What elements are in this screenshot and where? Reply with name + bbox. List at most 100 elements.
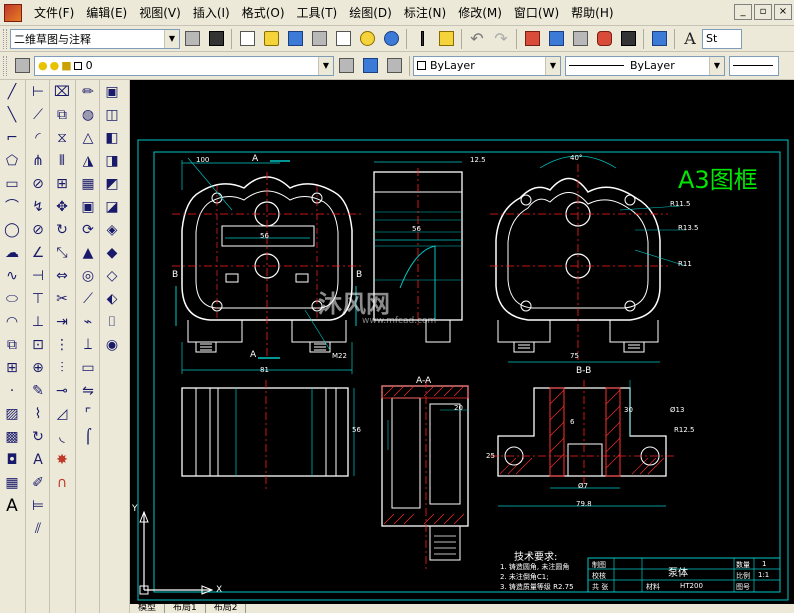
right-view-button[interactable]: ◩ (100, 172, 124, 195)
make-block-button[interactable]: ⊞ (0, 356, 24, 379)
ne-iso-button[interactable]: ◇ (100, 264, 124, 287)
menu-format[interactable]: 格式(O) (236, 2, 291, 24)
sphere-button[interactable]: ◍ (76, 103, 100, 126)
new-button[interactable] (236, 28, 258, 50)
make-current-button[interactable] (335, 55, 357, 77)
menu-draw[interactable]: 绘图(D) (343, 2, 398, 24)
text-style-select[interactable]: St (702, 28, 742, 49)
lengthen-button[interactable]: ⟋ (76, 287, 100, 310)
se-iso-button[interactable]: ◆ (100, 241, 124, 264)
grid-button[interactable]: ▦ (76, 172, 100, 195)
break-point-button[interactable]: ⋮ (50, 333, 74, 356)
spline-tool-button[interactable]: ∿ (0, 264, 24, 287)
print-button[interactable] (308, 28, 330, 50)
dim-update-button[interactable]: ↻ (26, 425, 50, 448)
workspace-settings-button[interactable] (181, 28, 203, 50)
ellipse-arc-tool-button[interactable]: ◠ (0, 310, 24, 333)
toolbar-grip[interactable] (3, 28, 7, 49)
back-view-button[interactable]: ◪ (100, 195, 124, 218)
dim-text-edit-button[interactable]: ⌇ (26, 402, 50, 425)
copy-button[interactable]: ⧉ (50, 103, 74, 126)
point-tool-button[interactable]: · (0, 379, 24, 402)
layer-select[interactable]: ● ● ■ 0 ▼ (34, 55, 334, 76)
jogged-dim-button[interactable]: ↯ (26, 195, 50, 218)
restore-button[interactable]: ▫ (754, 4, 772, 20)
preview-button[interactable] (332, 28, 354, 50)
circle-tool-button[interactable]: ◯ (0, 218, 24, 241)
insert-block-button[interactable]: ⧉ (0, 333, 24, 356)
quick-dim-button[interactable]: ⊣ (26, 264, 50, 287)
linetype-select[interactable]: ByLayer ▼ (565, 55, 725, 76)
ellipse-tool-button[interactable]: ⬭ (0, 287, 24, 310)
offset-button[interactable]: ⫴ (50, 149, 74, 172)
xline-tool-button[interactable]: ╲ (0, 103, 24, 126)
menu-file[interactable]: 文件(F) (28, 2, 80, 24)
extend-button[interactable]: ⇥ (50, 310, 74, 333)
menu-view[interactable]: 视图(V) (133, 2, 187, 24)
ordinate-dim-button[interactable]: ⋔ (26, 149, 50, 172)
polyline-tool-button[interactable]: ⌐ (0, 126, 24, 149)
cone-button[interactable]: △ (76, 126, 100, 149)
line-tool-button[interactable]: ╱ (0, 80, 24, 103)
menu-tools[interactable]: 工具(T) (291, 2, 344, 24)
dim-edit-button[interactable]: ✎ (26, 379, 50, 402)
tool-palette-button[interactable] (569, 28, 591, 50)
color-select[interactable]: ByLayer ▼ (413, 55, 561, 76)
nw-iso-button[interactable]: ⬖ (100, 287, 124, 310)
toolbar-grip[interactable] (3, 55, 7, 76)
block-editor-button[interactable]: ▣ (76, 195, 100, 218)
sw-iso-button[interactable]: ◈ (100, 218, 124, 241)
join-button[interactable]: ⊸ (50, 379, 74, 402)
gradient-tool-button[interactable]: ▩ (0, 425, 24, 448)
layer-manager-button[interactable] (11, 55, 33, 77)
radius-dim-button[interactable]: ⊘ (26, 172, 50, 195)
cut-button[interactable] (411, 28, 433, 50)
refresh-button[interactable]: ⟳ (76, 218, 100, 241)
tab-layout2[interactable]: 布局2 (206, 604, 247, 613)
calculator-button[interactable] (617, 28, 639, 50)
explode-button[interactable]: ✸ (50, 448, 74, 471)
menu-insert[interactable]: 插入(I) (187, 2, 236, 24)
tab-layout1[interactable]: 布局1 (165, 604, 206, 613)
break-button[interactable]: ⫶ (50, 356, 74, 379)
wedge-button[interactable]: ◮ (76, 149, 100, 172)
properties-button[interactable] (545, 28, 567, 50)
close-button[interactable]: × (774, 4, 792, 20)
open-button[interactable] (260, 28, 282, 50)
hatch-tool-button[interactable]: ▨ (0, 402, 24, 425)
top-view-button[interactable]: ◫ (100, 103, 124, 126)
tab-model[interactable]: 模型 (130, 604, 166, 613)
match-prop-button[interactable] (435, 28, 457, 50)
fillet-button[interactable]: ◟ (50, 425, 74, 448)
workspace-select[interactable]: 二维草图与注释 ▼ (10, 28, 180, 49)
rotate-button[interactable]: ↻ (50, 218, 74, 241)
dim-style-button[interactable]: A (26, 448, 50, 471)
trim-button[interactable]: ✂ (50, 287, 74, 310)
orbit-button[interactable]: ◉ (100, 333, 124, 356)
mtext-tool-button[interactable]: A (0, 494, 24, 517)
compare-button[interactable]: ⇋ (76, 379, 100, 402)
align-button[interactable]: ⟘ (76, 333, 100, 356)
publish-button[interactable] (356, 28, 378, 50)
edit-poly-button[interactable]: ⌁ (76, 310, 100, 333)
magnet-button[interactable]: ∩ (50, 471, 74, 494)
camera-button[interactable]: ⌷ (100, 310, 124, 333)
curve-button[interactable]: ⌠ (76, 425, 100, 448)
array-button[interactable]: ⊞ (50, 172, 74, 195)
layer-match-button[interactable] (383, 55, 405, 77)
design-center-button[interactable] (521, 28, 543, 50)
chamfer-button[interactable]: ◿ (50, 402, 74, 425)
rectangle-tool-button[interactable]: ▭ (0, 172, 24, 195)
sheet-set-button[interactable] (593, 28, 615, 50)
save-button[interactable] (284, 28, 306, 50)
pyramid-button[interactable]: ▲ (76, 241, 100, 264)
menu-help[interactable]: 帮助(H) (565, 2, 619, 24)
web-button[interactable] (380, 28, 402, 50)
menu-modify[interactable]: 修改(M) (452, 2, 508, 24)
dim-space-button[interactable]: ⊨ (26, 494, 50, 517)
cylinder-button[interactable]: ▭ (76, 356, 100, 379)
corner-button[interactable]: ⌜ (76, 402, 100, 425)
front-view-button[interactable]: ◧ (100, 126, 124, 149)
help-button[interactable] (648, 28, 670, 50)
arc-length-button[interactable]: ◜ (26, 126, 50, 149)
